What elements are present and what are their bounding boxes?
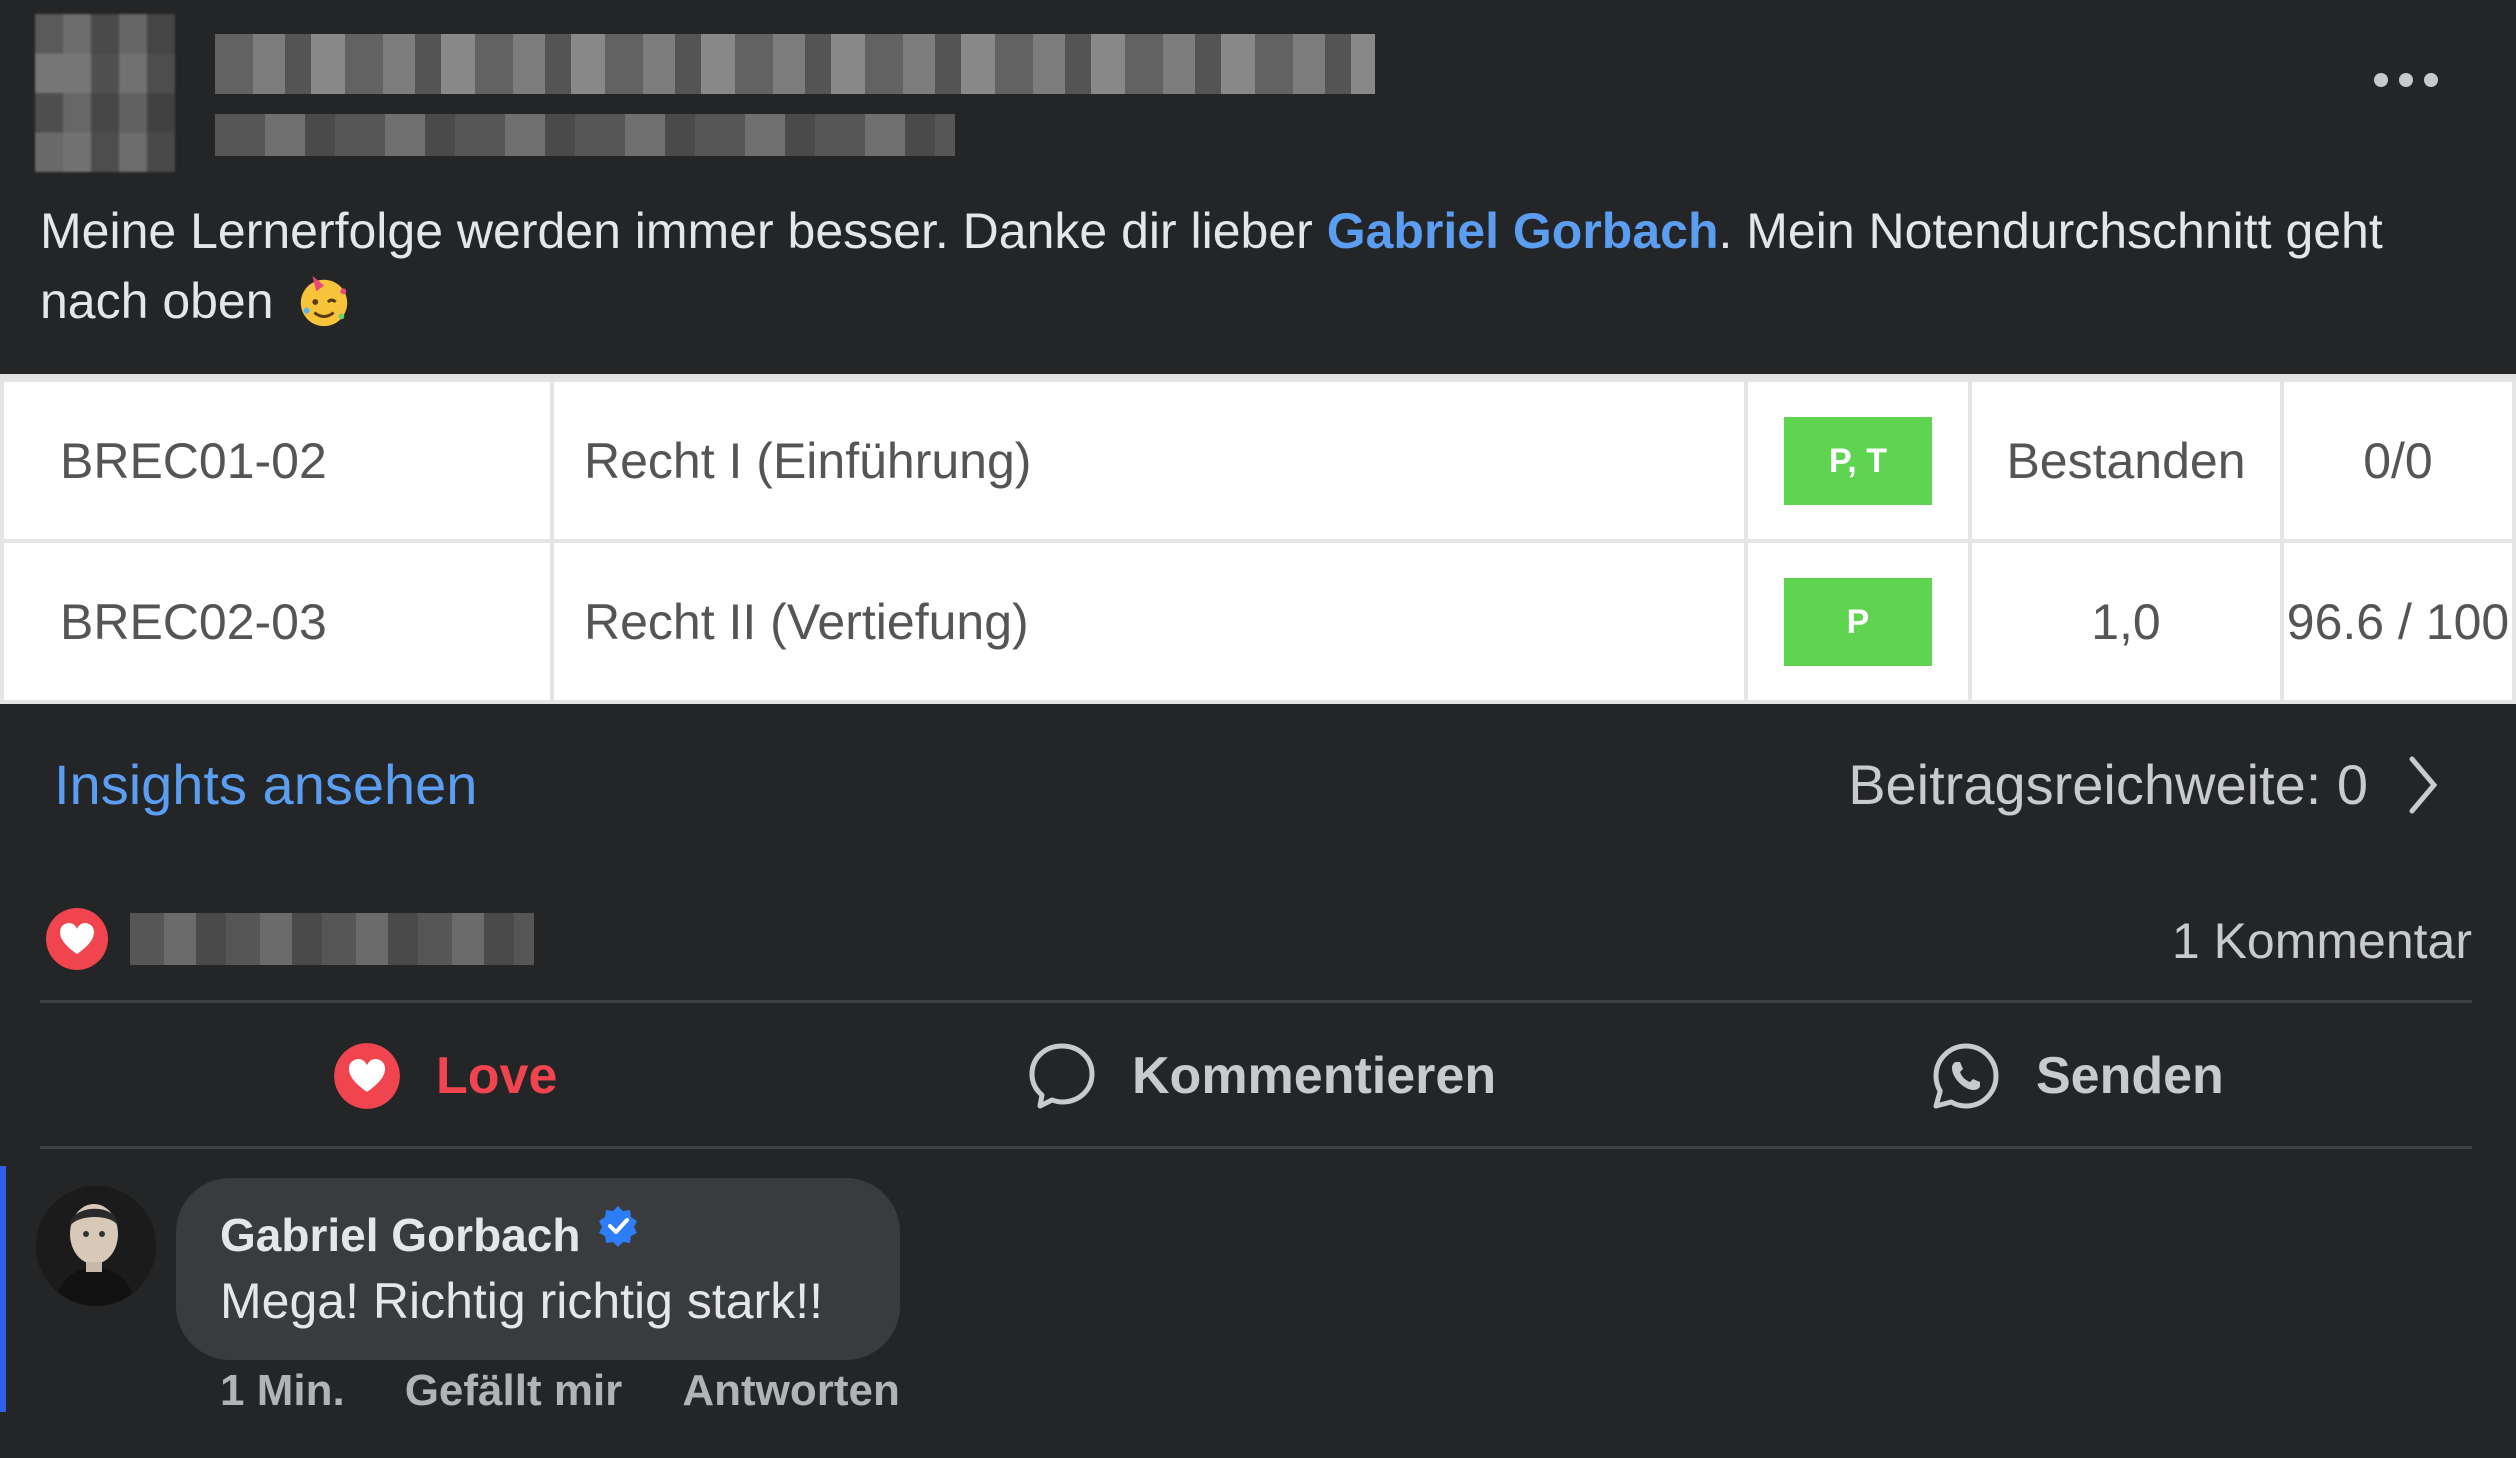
reaction-summary[interactable]	[44, 906, 534, 972]
post-text-before: Meine Lernerfolge werden immer besser. D…	[40, 203, 1327, 259]
dot	[2424, 73, 2438, 87]
mention-link[interactable]: Gabriel Gorbach	[1327, 203, 1719, 259]
comment-time[interactable]: 1 Min.	[220, 1366, 345, 1416]
dot	[2399, 73, 2413, 87]
divider	[40, 1146, 2472, 1149]
love-label: Love	[436, 1047, 558, 1105]
send-label: Senden	[2036, 1047, 2224, 1105]
verified-badge-icon	[599, 1206, 638, 1247]
divider	[40, 1000, 2472, 1003]
module-code: BREC01-02	[0, 378, 554, 543]
table-row: BREC02-03 Recht II (Vertiefung) P 1,0 96…	[0, 539, 2516, 704]
post-reach[interactable]: Beitragsreichweite: 0	[1848, 752, 2438, 817]
exam-type-badge: P, T	[1784, 416, 1932, 505]
comment-bubble-icon	[1029, 1043, 1095, 1109]
badge-cell: P	[1744, 539, 1972, 704]
insights-link[interactable]: Insights ansehen	[54, 752, 477, 817]
module-title: Recht I (Einführung)	[550, 378, 1748, 543]
likers-blurred[interactable]	[130, 913, 534, 965]
comment-text: Mega! Richtig richtig stark!!	[220, 1273, 823, 1329]
post-meta-blurred	[215, 114, 955, 156]
author-avatar-blurred[interactable]	[35, 14, 175, 172]
comment-count[interactable]: 1 Kommentar	[2172, 912, 2472, 970]
commenter-name[interactable]: Gabriel Gorbach	[220, 1206, 640, 1262]
module-points: 0/0	[2280, 378, 2516, 543]
post-text: Meine Lernerfolge werden immer besser. D…	[40, 196, 2460, 336]
author-name-blurred[interactable]	[215, 34, 1375, 94]
exam-type-badge: P	[1784, 577, 1932, 666]
table-row: BREC01-02 Recht I (Einführung) P, T Best…	[0, 378, 2516, 543]
module-result: 1,0	[1968, 539, 2284, 704]
comment-reply-button[interactable]: Antworten	[682, 1366, 900, 1416]
comment-highlight-bar	[0, 1166, 6, 1412]
heart-reaction-icon	[334, 1043, 400, 1109]
reach-label: Beitragsreichweite: 0	[1848, 753, 2368, 816]
more-dots-icon[interactable]	[2374, 68, 2438, 92]
chevron-right-icon	[2409, 756, 2438, 813]
love-button[interactable]: Love	[332, 1006, 557, 1146]
dot	[2374, 73, 2388, 87]
module-result: Bestanden	[1968, 378, 2284, 543]
action-bar: Love Kommentieren Senden	[40, 1006, 2472, 1146]
comment-label: Kommentieren	[1132, 1047, 1497, 1105]
badge-cell: P, T	[1744, 378, 1972, 543]
module-points: 96.6 / 100	[2280, 539, 2516, 704]
comment-like-button[interactable]: Gefällt mir	[405, 1366, 623, 1416]
heart-reaction-icon	[46, 908, 108, 970]
whatsapp-icon	[1933, 1043, 1999, 1109]
send-button[interactable]: Senden	[1930, 1006, 2224, 1146]
commenter-avatar[interactable]	[36, 1186, 156, 1306]
post-header	[0, 0, 2516, 180]
partying-face-emoji	[301, 275, 348, 327]
comment-meta: 1 Min. Gefällt mir Antworten	[220, 1366, 960, 1416]
comment-bubble: Gabriel Gorbach Mega! Richtig richtig st…	[176, 1178, 900, 1360]
person-avatar-icon	[36, 1186, 156, 1306]
post-card: Meine Lernerfolge werden immer besser. D…	[0, 0, 2516, 1458]
commenter-name-text: Gabriel Gorbach	[220, 1209, 581, 1261]
module-code: BREC02-03	[0, 539, 554, 704]
grades-table: BREC01-02 Recht I (Einführung) P, T Best…	[0, 374, 2516, 704]
comment-button[interactable]: Kommentieren	[1026, 1006, 1496, 1146]
module-title: Recht II (Vertiefung)	[550, 539, 1748, 704]
